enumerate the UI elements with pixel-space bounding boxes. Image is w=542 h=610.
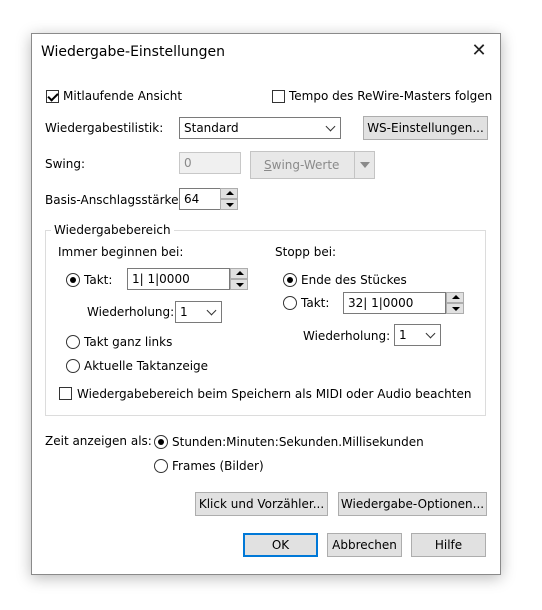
chevron-down-icon: [206, 305, 217, 316]
leftmost-takt-label: Takt ganz links: [84, 335, 173, 349]
swing-values-button[interactable]: Swing-Werte: [250, 151, 375, 179]
velocity-spinner[interactable]: [220, 188, 238, 210]
swing-values-accel: S: [264, 158, 272, 172]
current-takt-label: Aktuelle Taktanzeige: [84, 359, 209, 373]
stop-label: Stopp bei:: [275, 245, 337, 259]
rewire-tempo-label: Tempo des ReWire-Masters folgen: [289, 89, 493, 103]
playback-style-select[interactable]: Standard: [179, 117, 341, 139]
chevron-down-icon: [325, 121, 336, 132]
current-takt-radio[interactable]: [66, 359, 80, 373]
save-range-checkbox[interactable]: [59, 387, 72, 400]
follow-view-checkbox[interactable]: [46, 90, 59, 103]
stop-takt-input[interactable]: 32| 1|0000: [343, 292, 446, 314]
time-frames-label: Frames (Bilder): [172, 459, 264, 473]
playback-style-label: Wiedergabestilistik:: [45, 121, 164, 135]
save-range-label: Wiedergabebereich beim Speichern als MID…: [77, 387, 472, 401]
stop-end-radio[interactable]: [283, 273, 297, 287]
dialog-title: Wiedergabe-Einstellungen: [41, 44, 225, 60]
dropdown-arrow-icon[interactable]: [354, 152, 374, 178]
velocity-input[interactable]: 64: [179, 188, 221, 210]
ok-button[interactable]: OK: [243, 533, 318, 557]
start-takt-radio[interactable]: [66, 273, 80, 287]
stop-repeat-label: Wiederholung:: [303, 329, 391, 343]
spin-up-icon[interactable]: [220, 188, 238, 199]
rewire-tempo-checkbox[interactable]: [272, 90, 285, 103]
spin-down-icon[interactable]: [230, 279, 248, 290]
start-takt-input[interactable]: 1| 1|0000: [127, 268, 230, 290]
swing-input[interactable]: 0: [179, 152, 241, 174]
start-takt-spinner[interactable]: [230, 268, 248, 290]
chevron-down-icon: [425, 328, 436, 339]
stop-repeat-value: 1: [399, 328, 407, 342]
ws-settings-button[interactable]: WS-Einstellungen...: [363, 116, 488, 140]
time-hms-label: Stunden:Minuten:Sekunden.Millisekunden: [172, 435, 424, 449]
playback-options-button[interactable]: Wiedergabe-Optionen...: [338, 492, 487, 516]
playback-range-title: Wiedergabebereich: [51, 223, 174, 237]
swing-label: Swing:: [45, 157, 86, 171]
stop-end-label: Ende des Stückes: [301, 273, 407, 287]
stop-repeat-select[interactable]: 1: [394, 324, 441, 346]
cancel-button[interactable]: Abbrechen: [327, 533, 402, 557]
start-takt-label: Takt:: [84, 273, 113, 287]
velocity-label: Basis-Anschlagsstärke:: [45, 193, 183, 207]
time-display-label: Zeit anzeigen als:: [45, 434, 152, 448]
start-repeat-label: Wiederholung:: [87, 305, 175, 319]
spin-down-icon[interactable]: [220, 199, 238, 210]
stop-takt-radio[interactable]: [283, 296, 297, 310]
click-countin-button[interactable]: Klick und Vorzähler...: [195, 492, 328, 516]
spin-down-icon[interactable]: [446, 303, 464, 314]
leftmost-takt-radio[interactable]: [66, 335, 80, 349]
follow-view-label: Mitlaufende Ansicht: [63, 89, 183, 103]
spin-up-icon[interactable]: [446, 292, 464, 303]
help-button[interactable]: Hilfe: [411, 533, 486, 557]
swing-values-label: wing-Werte: [271, 158, 340, 172]
close-icon[interactable]: ✕: [468, 40, 490, 62]
stop-takt-label: Takt:: [301, 296, 330, 310]
start-repeat-value: 1: [180, 305, 188, 319]
spin-up-icon[interactable]: [230, 268, 248, 279]
time-hms-radio[interactable]: [154, 435, 168, 449]
playback-settings-dialog: Wiedergabe-Einstellungen ✕ Mitlaufende A…: [31, 33, 501, 575]
playback-style-value: Standard: [184, 121, 239, 135]
start-repeat-select[interactable]: 1: [175, 301, 222, 323]
time-frames-radio[interactable]: [154, 459, 168, 473]
stop-takt-spinner[interactable]: [446, 292, 464, 314]
start-label: Immer beginnen bei:: [58, 245, 184, 259]
